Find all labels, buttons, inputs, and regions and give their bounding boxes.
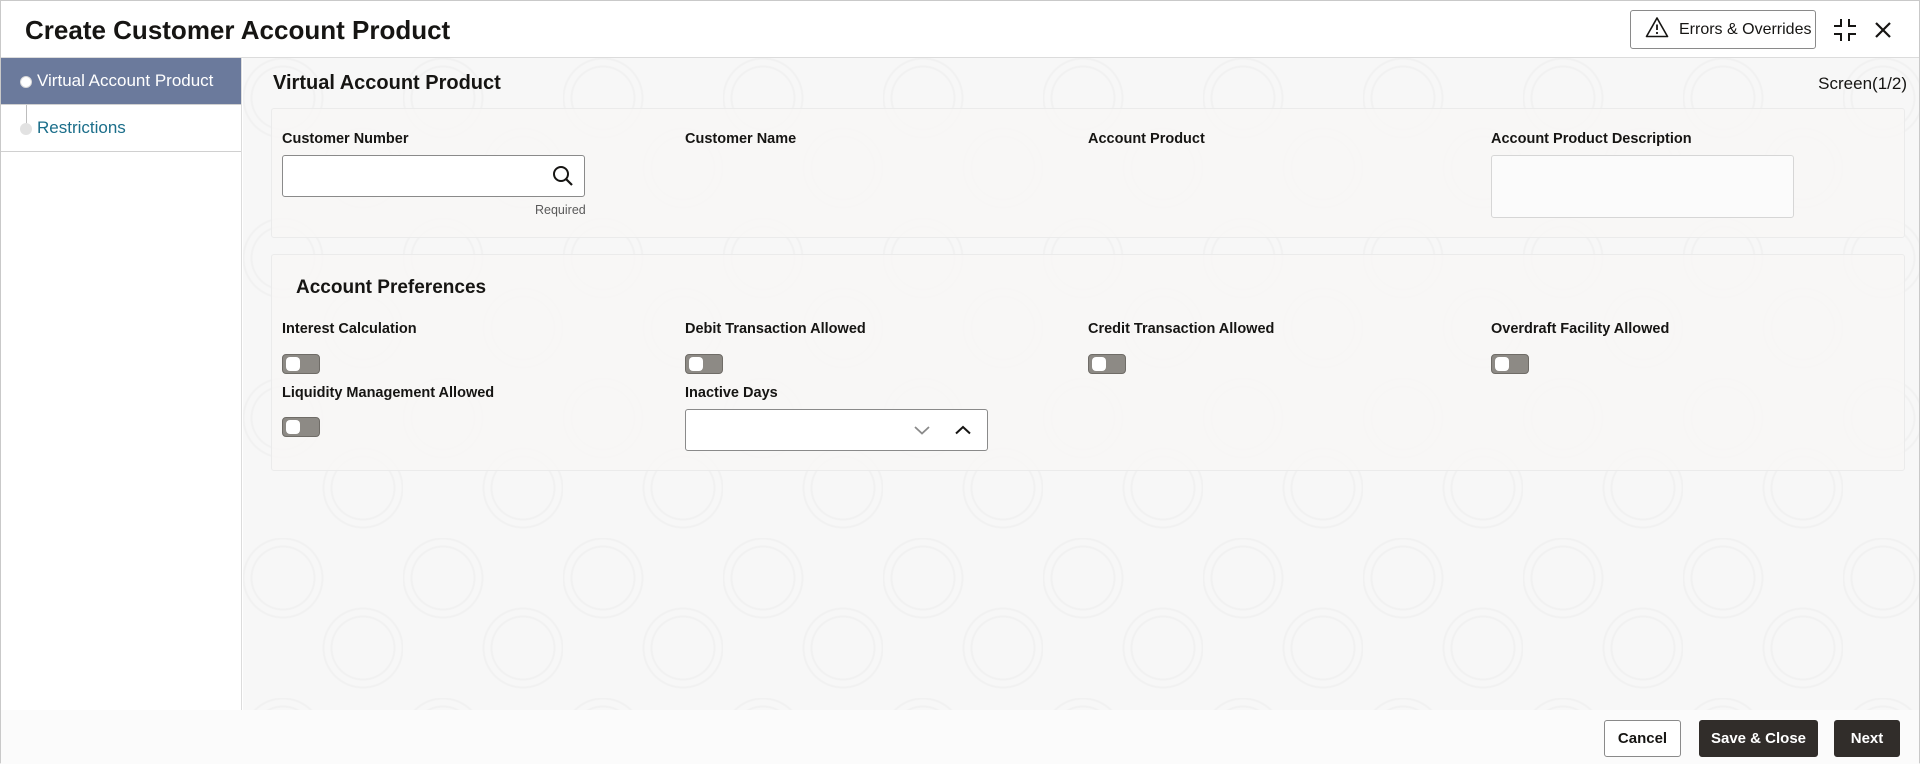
customer-number-required-helper: Required — [535, 203, 586, 217]
interest-calculation-label: Interest Calculation — [282, 321, 417, 337]
overdraft-facility-allowed-label: Overdraft Facility Allowed — [1491, 321, 1670, 337]
nav-step-dot-icon — [20, 123, 32, 135]
collapse-icon[interactable] — [1830, 15, 1860, 45]
overdraft-facility-allowed-toggle[interactable] — [1491, 354, 1529, 374]
debit-transaction-allowed-label: Debit Transaction Allowed — [685, 321, 866, 337]
liquidity-management-allowed-label: Liquidity Management Allowed — [282, 385, 495, 401]
credit-transaction-allowed-toggle[interactable] — [1088, 354, 1126, 374]
footer-actions: Cancel Save & Close Next — [1, 710, 1919, 764]
chevron-down-icon[interactable] — [910, 418, 934, 442]
errors-overrides-label: Errors & Overrides — [1679, 20, 1812, 38]
sidebar-item-virtual-account-product[interactable]: Virtual Account Product — [1, 58, 241, 105]
warning-icon — [1645, 16, 1669, 43]
account-preferences-title: Account Preferences — [296, 277, 487, 298]
sidebar-item-label: Virtual Account Product — [37, 71, 214, 90]
inactive-days-label: Inactive Days — [685, 385, 778, 401]
screen-indicator: Screen(1/2) — [1818, 74, 1907, 93]
section-title: Virtual Account Product — [273, 72, 501, 94]
debit-transaction-allowed-toggle[interactable] — [685, 354, 723, 374]
interest-calculation-toggle[interactable] — [282, 354, 320, 374]
inactive-days-input[interactable] — [685, 409, 988, 451]
account-product-description-field — [1491, 155, 1794, 218]
window-title: Create Customer Account Product — [25, 15, 451, 45]
close-icon[interactable] — [1868, 15, 1898, 45]
customer-number-label: Customer Number — [282, 131, 409, 147]
search-icon[interactable] — [550, 163, 576, 189]
customer-name-label: Customer Name — [685, 131, 797, 147]
sidebar-navigation: Virtual Account Product Restrictions — [1, 58, 242, 710]
liquidity-management-allowed-toggle[interactable] — [282, 417, 320, 437]
account-product-description-label: Account Product Description — [1491, 131, 1692, 147]
customer-panel: Customer Number Required Customer Name A… — [271, 108, 1905, 238]
window-header: Create Customer Account Product Errors &… — [1, 1, 1919, 58]
save-close-button[interactable]: Save & Close — [1699, 720, 1818, 757]
cancel-button[interactable]: Cancel — [1604, 720, 1681, 757]
sidebar-item-label: Restrictions — [37, 118, 126, 137]
account-preferences-panel: Account Preferences Interest Calculation… — [271, 254, 1905, 471]
credit-transaction-allowed-label: Credit Transaction Allowed — [1088, 321, 1275, 337]
nav-step-dot-icon — [20, 76, 32, 88]
errors-overrides-button[interactable]: Errors & Overrides — [1630, 10, 1816, 49]
account-product-label: Account Product — [1088, 131, 1205, 147]
customer-number-input[interactable] — [282, 155, 585, 197]
create-customer-account-product-window: Create Customer Account Product Errors &… — [0, 0, 1920, 764]
next-button[interactable]: Next — [1834, 720, 1900, 757]
main-content: Virtual Account Product Screen(1/2) Cust… — [243, 58, 1919, 710]
sidebar-item-restrictions[interactable]: Restrictions — [1, 105, 241, 152]
chevron-up-icon[interactable] — [951, 418, 975, 442]
